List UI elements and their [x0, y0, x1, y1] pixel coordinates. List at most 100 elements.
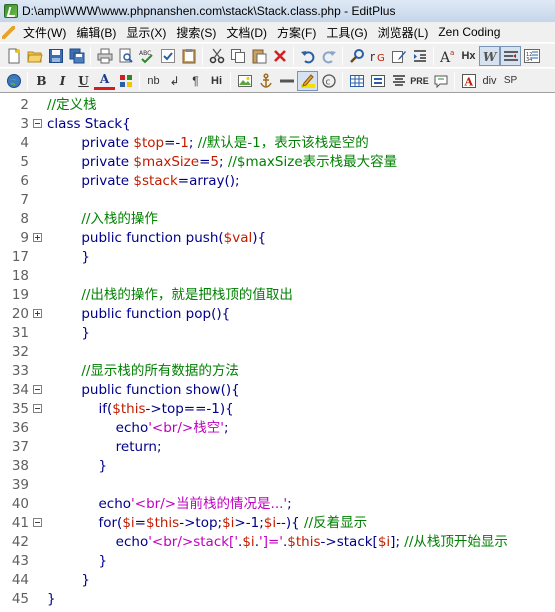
italic-button[interactable]: I	[52, 71, 73, 91]
font-icon[interactable]: A	[458, 71, 479, 91]
code-text: private $stack=array();	[47, 172, 239, 191]
anchor-icon[interactable]	[255, 71, 276, 91]
fold-expand-icon[interactable]	[33, 309, 42, 318]
ruler-toggle-button[interactable]	[500, 45, 521, 66]
copy-icon[interactable]	[227, 46, 248, 66]
code-line[interactable]: 8 //入栈的操作	[0, 210, 555, 229]
print-icon[interactable]	[94, 46, 115, 66]
code-line[interactable]: 7	[0, 191, 555, 210]
color-palette-icon[interactable]	[115, 71, 136, 91]
save-all-icon[interactable]	[66, 46, 87, 66]
menu-project[interactable]: 方案(F)	[272, 22, 321, 42]
code-line[interactable]: 45}	[0, 590, 555, 609]
check-icon[interactable]	[157, 46, 178, 66]
code-line[interactable]: 6 private $stack=array();	[0, 172, 555, 191]
code-line[interactable]: 32	[0, 343, 555, 362]
code-line[interactable]: 41 for($i=$this->top;$i>-1;$i--){ //反着显示	[0, 514, 555, 533]
font-size-icon[interactable]: Aa	[437, 46, 458, 66]
code-text: for($i=$this->top;$i>-1;$i--){ //反着显示	[47, 514, 367, 533]
pre-button[interactable]: PRE	[409, 71, 430, 91]
nbsp-button[interactable]: nb	[143, 71, 164, 91]
undo-icon[interactable]	[297, 46, 318, 66]
new-file-icon[interactable]	[3, 46, 24, 66]
fold-collapse-icon[interactable]	[33, 404, 42, 413]
code-token: class Stack{	[47, 116, 131, 132]
code-line[interactable]: 40 echo'<br/>当前栈的情况是...';	[0, 495, 555, 514]
code-token: ];	[390, 534, 405, 550]
code-line[interactable]: 33 //显示栈的所有数据的方法	[0, 362, 555, 381]
code-token: //反着显示	[303, 515, 368, 531]
heading-button[interactable]: Hi	[206, 71, 227, 91]
code-line[interactable]: 43 }	[0, 552, 555, 571]
svg-text:W: W	[483, 50, 498, 64]
horizontal-rule-icon[interactable]	[276, 71, 297, 91]
toolbar-separator	[202, 46, 203, 65]
clipboard-icon[interactable]	[178, 46, 199, 66]
redo-icon[interactable]	[318, 46, 339, 66]
bold-button[interactable]: B	[31, 71, 52, 91]
code-line[interactable]: 9 public function push($val){	[0, 229, 555, 248]
hx-button[interactable]: Hx	[458, 46, 479, 66]
print-preview-icon[interactable]	[115, 46, 136, 66]
highlight-icon[interactable]	[297, 70, 318, 91]
image-icon[interactable]	[234, 71, 255, 91]
code-line[interactable]: 39	[0, 476, 555, 495]
code-token: public function pop(){	[47, 306, 231, 322]
font-color-button[interactable]: A	[94, 72, 115, 90]
table-icon[interactable]	[346, 71, 367, 91]
code-line[interactable]: 17 }	[0, 248, 555, 267]
window-title: D:\amp\WWW\www.phpnanshen.com\stack\Stac…	[22, 4, 396, 18]
line-number-toggle-button[interactable]: 12 34	[521, 46, 542, 66]
underline-button[interactable]: U	[73, 71, 94, 91]
code-line[interactable]: 44 }	[0, 571, 555, 590]
delete-icon[interactable]	[269, 46, 290, 66]
html-toolbar: B I U A nb ↲ ¶ Hi c PRE A div SP	[0, 68, 555, 93]
browser-icon[interactable]	[3, 71, 24, 91]
paste-icon[interactable]	[248, 46, 269, 66]
menu-browser[interactable]: 浏览器(L)	[373, 22, 434, 42]
code-line[interactable]: 2 //定义栈	[0, 96, 555, 115]
edit-icon[interactable]	[388, 46, 409, 66]
menu-file[interactable]: 文件(W)	[18, 22, 71, 42]
code-line[interactable]: 19 //出栈的操作，就是把栈顶的值取出	[0, 286, 555, 305]
menu-search[interactable]: 搜索(S)	[171, 22, 221, 42]
code-editor[interactable]: 2 //定义栈 3 class Stack{4 private $top=-1; //…	[0, 94, 555, 612]
fold-expand-icon[interactable]	[33, 233, 42, 242]
word-wrap-button[interactable]: W	[479, 45, 500, 66]
list-icon[interactable]	[388, 71, 409, 91]
code-line[interactable]: 34 public function show(){	[0, 381, 555, 400]
code-line[interactable]: 4 private $top=-1; //默认是-1，表示该栈是空的	[0, 134, 555, 153]
line-break-button[interactable]: ↲	[164, 71, 185, 91]
menu-view[interactable]: 显示(X)	[121, 22, 171, 42]
fold-collapse-icon[interactable]	[33, 119, 42, 128]
code-line[interactable]: 35 if($this->top==-1){	[0, 400, 555, 419]
form-icon[interactable]	[367, 71, 388, 91]
code-line[interactable]: 31 }	[0, 324, 555, 343]
copyright-icon[interactable]: c	[318, 71, 339, 91]
span-button[interactable]: SP	[500, 71, 521, 91]
code-line[interactable]: 38 }	[0, 457, 555, 476]
fold-collapse-icon[interactable]	[33, 385, 42, 394]
cut-icon[interactable]	[206, 46, 227, 66]
spellcheck-icon[interactable]: ABC	[136, 46, 157, 66]
paragraph-button[interactable]: ¶	[185, 71, 206, 91]
menu-edit[interactable]: 编辑(B)	[71, 22, 121, 42]
code-line[interactable]: 5 private $maxSize=5; //$maxSize表示栈最大容量	[0, 153, 555, 172]
code-line[interactable]: 37 return;	[0, 438, 555, 457]
div-button[interactable]: div	[479, 71, 500, 91]
fold-collapse-icon[interactable]	[33, 518, 42, 527]
code-line[interactable]: 20 public function pop(){	[0, 305, 555, 324]
code-line[interactable]: 3 class Stack{	[0, 115, 555, 134]
find-icon[interactable]	[346, 46, 367, 66]
menu-zen-coding[interactable]: Zen Coding	[433, 22, 505, 42]
menu-tools[interactable]: 工具(G)	[321, 22, 372, 42]
indent-icon[interactable]	[409, 46, 430, 66]
save-icon[interactable]	[45, 46, 66, 66]
code-line[interactable]: 18	[0, 267, 555, 286]
code-line[interactable]: 42 echo'<br/>stack['.$i.']='.$this->stac…	[0, 533, 555, 552]
replace-icon[interactable]: rG	[367, 46, 388, 66]
menu-document[interactable]: 文档(D)	[221, 22, 272, 42]
comment-icon[interactable]	[430, 71, 451, 91]
open-icon[interactable]	[24, 46, 45, 66]
code-line[interactable]: 36 echo'<br/>栈空';	[0, 419, 555, 438]
